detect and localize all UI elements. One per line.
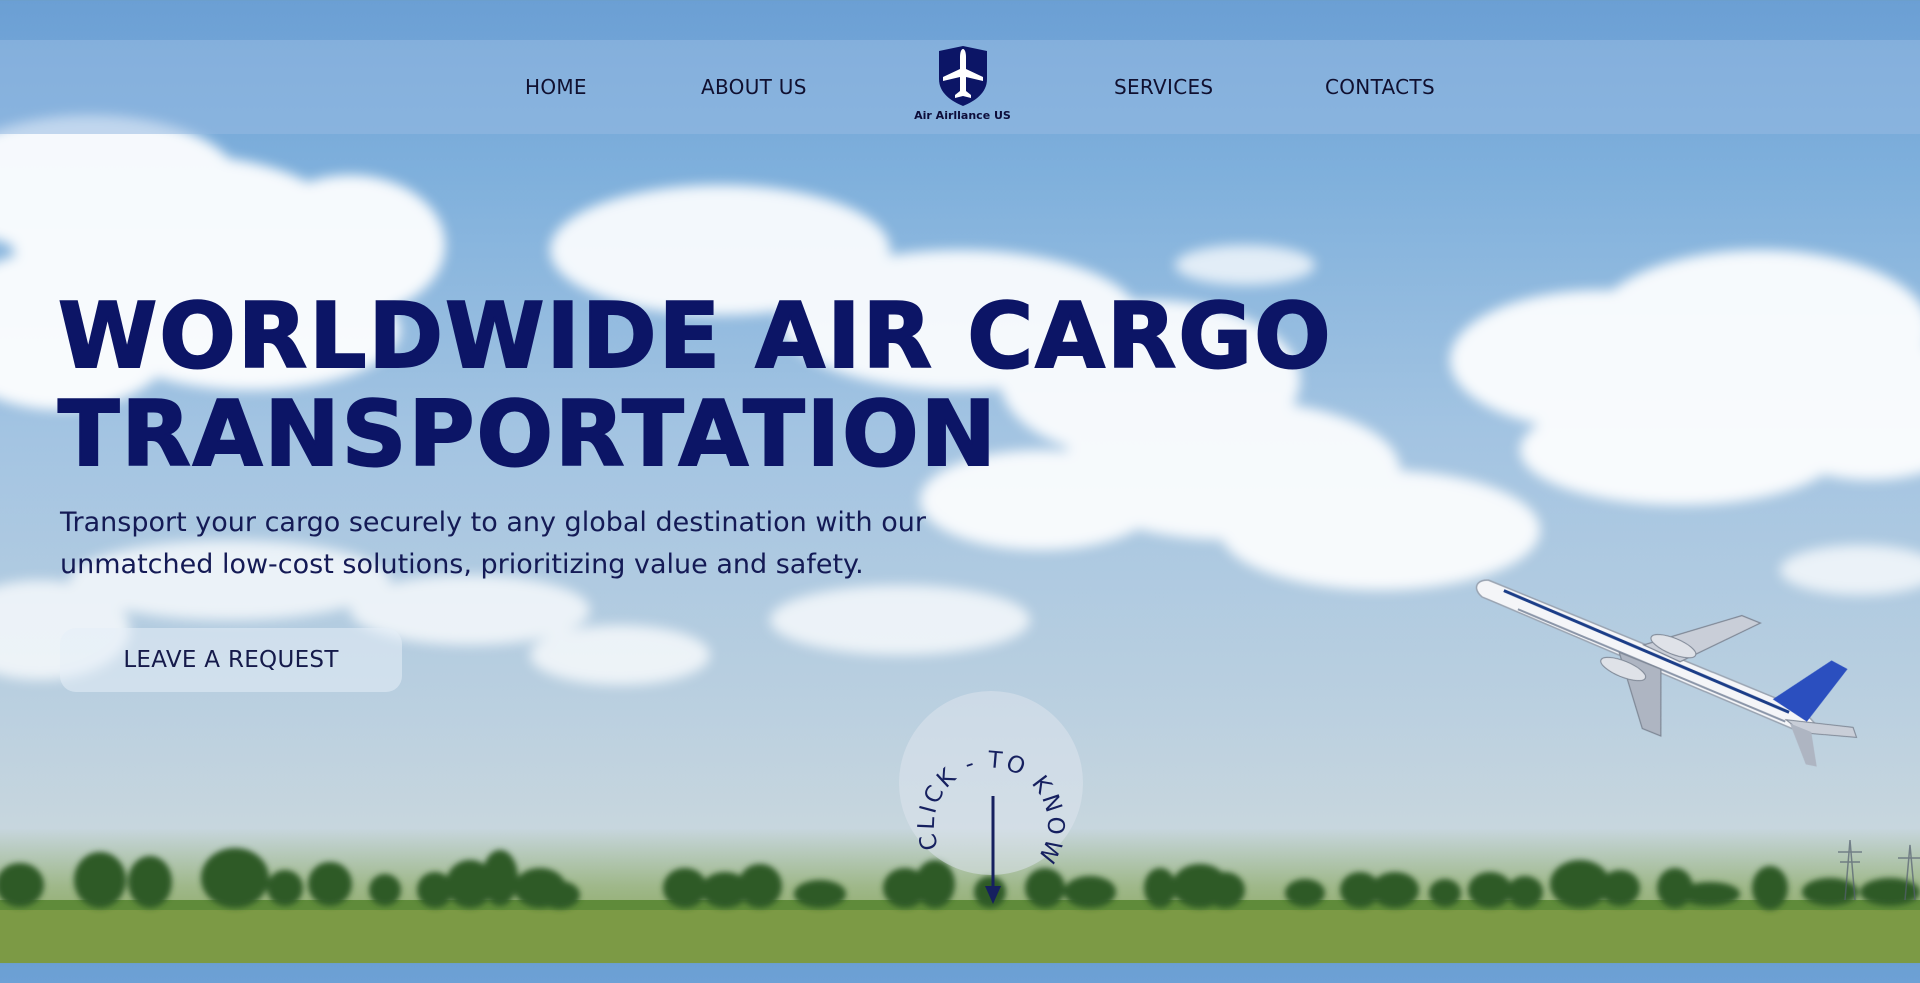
logo-text: Air Airllance US [914,109,1011,122]
hero-title-line-2: TRANSPORTATION [57,382,998,487]
hero-subtitle-line-1: Transport your cargo securely to any glo… [60,507,926,538]
nav-link-contacts[interactable]: CONTACTS [1325,40,1435,134]
nav-link-about-us[interactable]: ABOUT US [701,40,807,134]
brand-logo[interactable]: Air Airllance US [910,40,1015,134]
nav-link-home[interactable]: HOME [525,40,587,134]
shield-airplane-icon [938,46,987,106]
hero-title-line-1: WORLDWIDE AIR CARGO [57,284,1333,389]
circular-text-badge: CLICK - TO KNOW - MORE [885,668,1083,904]
click-to-know-more-badge[interactable]: CLICK - TO KNOW - MORE [885,668,1086,978]
hero-title: WORLDWIDE AIR CARGO TRANSPORTATION [57,284,1333,487]
hero-subtitle-line-2: unmatched low-cost solutions, prioritizi… [60,549,864,580]
leave-request-button[interactable]: LEAVE A REQUEST [60,628,402,692]
nav-link-services[interactable]: SERVICES [1114,40,1213,134]
hero-subtitle: Transport your cargo securely to any glo… [60,502,1020,586]
